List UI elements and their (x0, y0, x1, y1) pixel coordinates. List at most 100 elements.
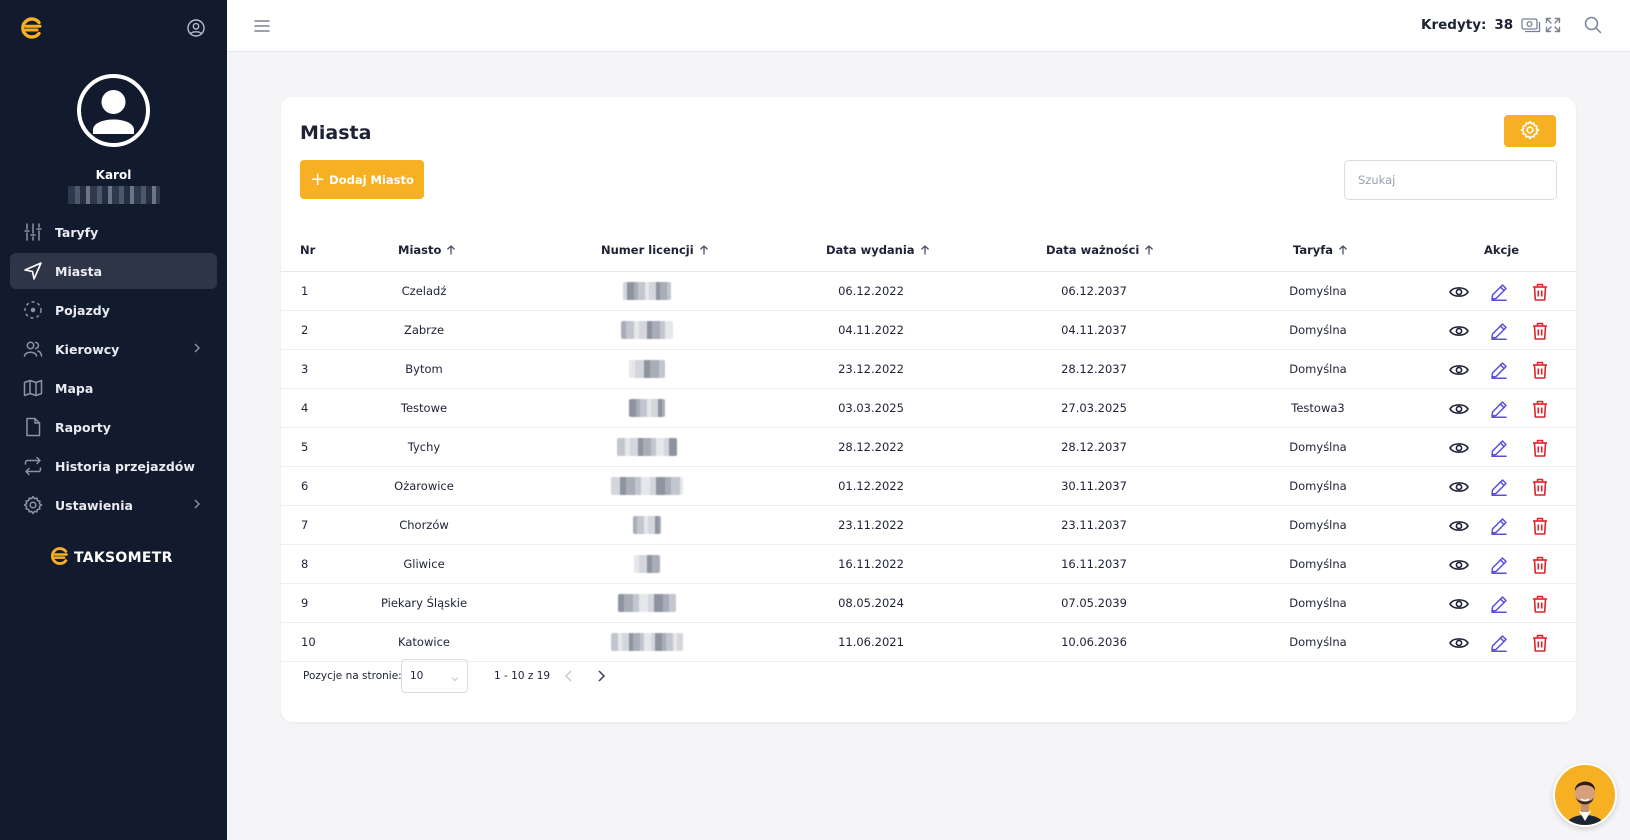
column-header-data-wydania[interactable]: Data wydania (826, 243, 930, 257)
column-header-numer-licencji[interactable]: Numer licencji (601, 243, 709, 257)
table-row: 5 Tychy 28.12.2022 28.12.2037 Domyślna (281, 428, 1576, 467)
sort-arrow-icon (1144, 245, 1154, 255)
repeat-icon (23, 456, 43, 476)
sort-arrow-icon (1338, 245, 1348, 255)
view-icon[interactable] (1448, 398, 1470, 420)
table-row: 6 Ożarowice 01.12.2022 30.11.2037 Domyślna (281, 467, 1576, 506)
banknote-icon[interactable] (1521, 17, 1541, 33)
view-icon[interactable] (1448, 476, 1470, 498)
sidebar-item-label: Kierowcy (55, 341, 120, 357)
page-title: Miasta (300, 122, 372, 144)
edit-icon[interactable] (1488, 437, 1510, 459)
sidebar-item-raporty[interactable]: Raporty (10, 409, 217, 445)
cell-data-waznosci: 04.11.2037 (1061, 323, 1127, 337)
support-chat-avatar[interactable] (1553, 763, 1617, 827)
table-row: 2 Zabrze 04.11.2022 04.11.2037 Domyślna (281, 311, 1576, 350)
edit-icon[interactable] (1488, 515, 1510, 537)
sidebar-item-taryfy[interactable]: Taryfy (10, 214, 217, 250)
cell-data-wydania: 28.12.2022 (838, 440, 904, 454)
brand-logo: TAKSOMETR (48, 546, 173, 570)
sidebar-item-label: Historia przejazdów (55, 458, 195, 474)
view-icon[interactable] (1448, 359, 1470, 381)
table-row: 1 Czeladź 06.12.2022 06.12.2037 Domyślna (281, 272, 1576, 311)
table-row: 4 Testowe 03.03.2025 27.03.2025 Testowa3 (281, 389, 1576, 428)
view-icon[interactable] (1448, 437, 1470, 459)
view-icon[interactable] (1448, 593, 1470, 615)
cell-miasto: Gliwice (403, 557, 445, 571)
sidebar-item-mapa[interactable]: Mapa (10, 370, 217, 406)
edit-icon[interactable] (1488, 554, 1510, 576)
cell-nr: 5 (301, 440, 309, 454)
logo-icon[interactable] (18, 16, 46, 44)
delete-icon[interactable] (1529, 476, 1551, 498)
column-header-data-waznosci[interactable]: Data ważności (1046, 243, 1154, 257)
cell-miasto: Ożarowice (394, 479, 454, 493)
search-input[interactable] (1344, 160, 1557, 200)
file-icon (23, 417, 43, 437)
license-number-redacted (611, 633, 683, 651)
delete-icon[interactable] (1529, 515, 1551, 537)
cell-data-wydania: 06.12.2022 (838, 284, 904, 298)
sidebar-item-label: Miasta (55, 263, 103, 279)
edit-icon[interactable] (1488, 320, 1510, 342)
delete-icon[interactable] (1529, 593, 1551, 615)
next-page-icon[interactable] (595, 668, 607, 687)
cell-data-waznosci: 16.11.2037 (1061, 557, 1127, 571)
cell-miasto: Zabrze (403, 323, 445, 337)
view-icon[interactable] (1448, 554, 1470, 576)
sidebar-item-ustawienia[interactable]: Ustawienia (10, 487, 217, 523)
table-row: 7 Chorzów 23.11.2022 23.11.2037 Domyślna (281, 506, 1576, 545)
fullscreen-icon[interactable] (1545, 17, 1561, 37)
license-number-redacted (617, 438, 677, 456)
column-header-akcje: Akcje (1484, 243, 1520, 257)
sidebar-item-pojazdy[interactable]: Pojazdy (10, 292, 217, 328)
delete-icon[interactable] (1529, 554, 1551, 576)
page-size-label: Pozycje na stronie: (303, 670, 402, 682)
column-header-taryfa[interactable]: Taryfa (1293, 243, 1348, 257)
cell-miasto: Testowe (400, 401, 448, 415)
hamburger-menu-icon[interactable] (254, 18, 270, 37)
page-size-value: 10 (410, 670, 424, 682)
table-settings-button[interactable] (1504, 115, 1556, 147)
cell-data-waznosci: 07.05.2039 (1061, 596, 1127, 610)
edit-icon[interactable] (1488, 476, 1510, 498)
search-icon[interactable] (1584, 16, 1602, 38)
sidebar-item-kierowcy[interactable]: Kierowcy (10, 331, 217, 367)
cell-taryfa: Domyślna (1289, 284, 1347, 298)
view-icon[interactable] (1448, 281, 1470, 303)
cell-data-waznosci: 28.12.2037 (1061, 362, 1127, 376)
delete-icon[interactable] (1529, 398, 1551, 420)
delete-icon[interactable] (1529, 281, 1551, 303)
edit-icon[interactable] (1488, 632, 1510, 654)
view-icon[interactable] (1448, 515, 1470, 537)
delete-icon[interactable] (1529, 437, 1551, 459)
cell-data-waznosci: 28.12.2037 (1061, 440, 1127, 454)
edit-icon[interactable] (1488, 281, 1510, 303)
cities-card: Miasta + Dodaj Miasto Nr Miasto Numer li… (281, 97, 1576, 722)
sidebar-item-label: Pojazdy (55, 302, 110, 318)
cell-taryfa: Domyślna (1289, 323, 1347, 337)
dashed-circle-icon (23, 300, 43, 320)
edit-icon[interactable] (1488, 593, 1510, 615)
edit-icon[interactable] (1488, 359, 1510, 381)
sidebar-item-historia[interactable]: Historia przejazdów (10, 448, 217, 484)
page-size-select[interactable]: 10 (401, 659, 468, 693)
view-icon[interactable] (1448, 632, 1470, 654)
avatar (77, 74, 150, 147)
license-number-redacted (611, 477, 683, 495)
cell-taryfa: Domyślna (1289, 362, 1347, 376)
column-header-miasto[interactable]: Miasto (398, 243, 456, 257)
delete-icon[interactable] (1529, 359, 1551, 381)
account-icon[interactable] (187, 19, 205, 41)
cell-data-waznosci: 06.12.2037 (1061, 284, 1127, 298)
navigation-arrow-icon (23, 261, 43, 281)
credits-value: 38 (1494, 17, 1514, 33)
add-city-button[interactable]: + Dodaj Miasto (300, 160, 424, 199)
view-icon[interactable] (1448, 320, 1470, 342)
sidebar-item-miasta[interactable]: Miasta (10, 253, 217, 289)
edit-icon[interactable] (1488, 398, 1510, 420)
cell-nr: 8 (301, 557, 309, 571)
previous-page-icon[interactable] (563, 668, 575, 687)
delete-icon[interactable] (1529, 632, 1551, 654)
delete-icon[interactable] (1529, 320, 1551, 342)
